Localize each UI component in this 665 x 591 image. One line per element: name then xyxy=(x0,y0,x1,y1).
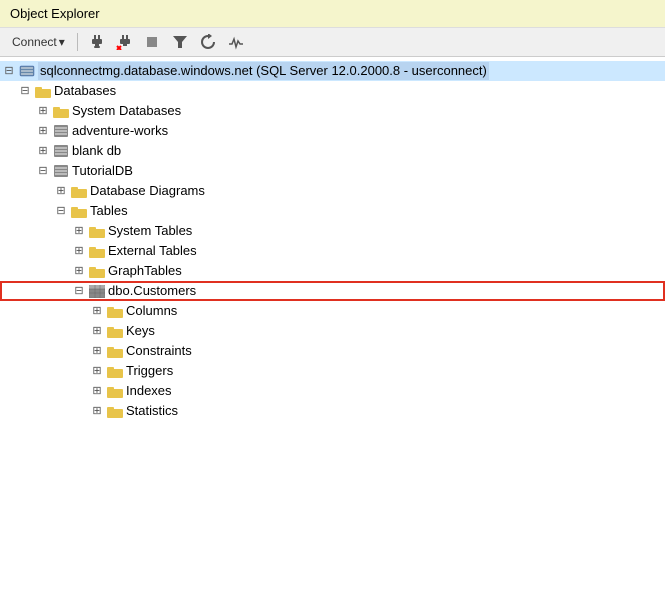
indexes-label: Indexes xyxy=(126,382,172,400)
system-databases-node[interactable]: System Databases xyxy=(0,101,665,121)
adventure-works-expand-icon[interactable] xyxy=(36,124,50,138)
database-diagrams-node[interactable]: Database Diagrams xyxy=(0,181,665,201)
blank-db-node[interactable]: blank db xyxy=(0,141,665,161)
statistics-label: Statistics xyxy=(126,402,178,420)
stop-icon-button[interactable] xyxy=(140,32,164,52)
constraints-label: Constraints xyxy=(126,342,192,360)
columns-label: Columns xyxy=(126,302,177,320)
folder-icon xyxy=(89,225,105,238)
toolbar-divider-1 xyxy=(77,33,78,51)
tables-label: Tables xyxy=(90,202,128,220)
blank-db-expand-icon[interactable] xyxy=(36,144,50,158)
filter-icon-button[interactable] xyxy=(168,32,192,52)
database-diagrams-label: Database Diagrams xyxy=(90,182,205,200)
folder-icon xyxy=(107,385,123,398)
connect-label: Connect xyxy=(12,35,57,49)
folder-icon xyxy=(107,365,123,378)
folder-icon xyxy=(107,325,123,338)
dbo-customers-expand-icon[interactable] xyxy=(72,284,86,298)
indexes-expand-icon[interactable] xyxy=(90,384,104,398)
disconnect-icon xyxy=(116,34,132,50)
system-databases-expand-icon[interactable] xyxy=(36,104,50,118)
external-tables-expand-icon[interactable] xyxy=(72,244,86,258)
columns-node[interactable]: Columns xyxy=(0,301,665,321)
databases-expand-icon[interactable] xyxy=(18,84,32,98)
server-node-label: sqlconnectmg.database.windows.net (SQL S… xyxy=(38,62,489,80)
table-icon xyxy=(89,285,105,298)
folder-icon xyxy=(107,405,123,418)
graph-tables-label: GraphTables xyxy=(108,262,182,280)
blank-db-label: blank db xyxy=(72,142,121,160)
triggers-label: Triggers xyxy=(126,362,173,380)
keys-expand-icon[interactable] xyxy=(90,324,104,338)
refresh-icon xyxy=(200,34,216,50)
server-node[interactable]: sqlconnectmg.database.windows.net (SQL S… xyxy=(0,61,665,81)
system-databases-label: System Databases xyxy=(72,102,181,120)
databases-node[interactable]: Databases xyxy=(0,81,665,101)
tutorialdb-expand-icon[interactable] xyxy=(36,164,50,178)
system-tables-label: System Tables xyxy=(108,222,192,240)
folder-icon xyxy=(53,105,69,118)
toolbar: Connect ▾ xyxy=(0,28,665,57)
dbo-customers-node[interactable]: dbo.Customers xyxy=(0,281,665,301)
keys-label: Keys xyxy=(126,322,155,340)
folder-icon xyxy=(35,85,51,98)
window-title: Object Explorer xyxy=(10,6,100,21)
keys-node[interactable]: Keys xyxy=(0,321,665,341)
folder-icon xyxy=(89,245,105,258)
system-tables-node[interactable]: System Tables xyxy=(0,221,665,241)
tutorialdb-node[interactable]: TutorialDB xyxy=(0,161,665,181)
statistics-node[interactable]: Statistics xyxy=(0,401,665,421)
adventure-works-label: adventure-works xyxy=(72,122,168,140)
folder-icon xyxy=(89,265,105,278)
db-icon xyxy=(53,164,69,178)
tree-container: sqlconnectmg.database.windows.net (SQL S… xyxy=(0,57,665,586)
folder-icon xyxy=(107,345,123,358)
window-title-bar: Object Explorer xyxy=(0,0,665,28)
connect-button[interactable]: Connect ▾ xyxy=(6,33,71,51)
activity-icon-button[interactable] xyxy=(224,32,248,52)
folder-icon xyxy=(71,205,87,218)
triggers-node[interactable]: Triggers xyxy=(0,361,665,381)
tutorialdb-label: TutorialDB xyxy=(72,162,133,180)
dbo-customers-label: dbo.Customers xyxy=(108,282,196,300)
db-icon xyxy=(53,124,69,138)
plug-icon xyxy=(88,34,104,50)
triggers-expand-icon[interactable] xyxy=(90,364,104,378)
tables-node[interactable]: Tables xyxy=(0,201,665,221)
database-diagrams-expand-icon[interactable] xyxy=(54,184,68,198)
system-tables-expand-icon[interactable] xyxy=(72,224,86,238)
activity-icon xyxy=(228,34,244,50)
stop-icon xyxy=(144,34,160,50)
filter-icon xyxy=(172,34,188,50)
external-tables-label: External Tables xyxy=(108,242,197,260)
graph-tables-expand-icon[interactable] xyxy=(72,264,86,278)
disconnect-icon-button[interactable] xyxy=(112,32,136,52)
constraints-expand-icon[interactable] xyxy=(90,344,104,358)
server-expand-icon[interactable] xyxy=(2,64,16,78)
statistics-expand-icon[interactable] xyxy=(90,404,104,418)
adventure-works-node[interactable]: adventure-works xyxy=(0,121,665,141)
columns-expand-icon[interactable] xyxy=(90,304,104,318)
graph-tables-node[interactable]: GraphTables xyxy=(0,261,665,281)
external-tables-node[interactable]: External Tables xyxy=(0,241,665,261)
refresh-icon-button[interactable] xyxy=(196,32,220,52)
folder-icon xyxy=(107,305,123,318)
folder-icon xyxy=(71,185,87,198)
server-icon xyxy=(19,64,35,78)
tables-expand-icon[interactable] xyxy=(54,204,68,218)
plug-icon-button[interactable] xyxy=(84,32,108,52)
db-icon xyxy=(53,144,69,158)
connect-dropdown-icon[interactable]: ▾ xyxy=(59,35,65,49)
databases-label: Databases xyxy=(54,82,116,100)
constraints-node[interactable]: Constraints xyxy=(0,341,665,361)
indexes-node[interactable]: Indexes xyxy=(0,381,665,401)
